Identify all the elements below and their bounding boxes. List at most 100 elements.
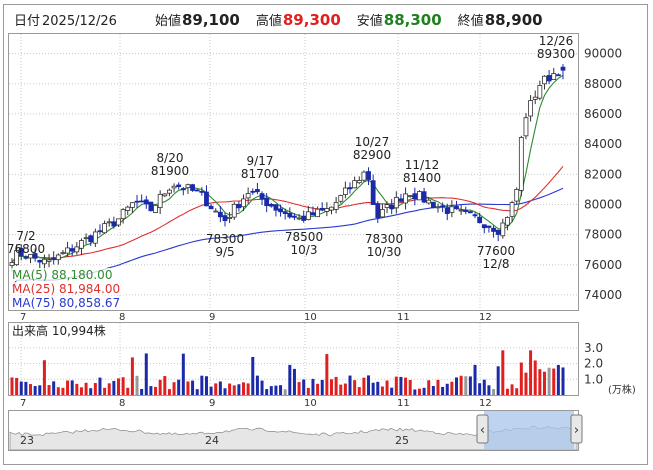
annotation-label: 10/30 bbox=[367, 245, 402, 259]
candle-body bbox=[347, 187, 353, 190]
date-value: 2025/12/26 bbox=[42, 14, 117, 29]
candle-body bbox=[435, 206, 441, 209]
candle-body bbox=[315, 208, 320, 218]
volume-bar bbox=[195, 389, 199, 395]
volume-axis: 1.02.0 3.0 (万株) bbox=[584, 341, 636, 396]
price-axis: 74000 76000 78000 80000 82000 84000 86000 88000… bbox=[584, 47, 622, 302]
month-label: 9 bbox=[209, 312, 215, 323]
volume-bar bbox=[181, 353, 185, 395]
volume-bar bbox=[56, 387, 60, 395]
volume-bar bbox=[84, 382, 88, 395]
month-label: 7 bbox=[20, 398, 26, 409]
candle-body bbox=[366, 171, 371, 180]
low-value: 88,300 bbox=[383, 11, 442, 29]
candle-body bbox=[259, 193, 265, 200]
candle-body bbox=[213, 210, 219, 213]
candle-body bbox=[241, 198, 246, 208]
volume-bar bbox=[172, 382, 176, 395]
volume-bar bbox=[385, 380, 389, 395]
candle-body bbox=[528, 100, 533, 117]
volume-bar bbox=[38, 385, 42, 395]
volume-bar bbox=[242, 382, 246, 395]
navigator-selection[interactable] bbox=[484, 411, 574, 450]
volume-bar bbox=[19, 381, 23, 395]
stock-chart-frame: 74000 76000 78000 80000 82000 84000 86000 88000… bbox=[3, 4, 648, 465]
candle-body bbox=[116, 218, 121, 226]
volume-bar bbox=[75, 383, 79, 395]
annotation-label: 89300 bbox=[537, 47, 575, 61]
volume-bar bbox=[223, 388, 227, 395]
candle-body bbox=[463, 209, 469, 212]
candle-body bbox=[148, 201, 154, 212]
candle-body bbox=[74, 246, 80, 253]
candle-body bbox=[88, 235, 94, 242]
annotation-label: 76800 bbox=[7, 242, 45, 256]
candle-body bbox=[79, 240, 84, 249]
candle-body bbox=[305, 211, 311, 221]
candle-body bbox=[523, 117, 529, 137]
candle-body bbox=[421, 191, 427, 203]
volume-bar bbox=[478, 383, 482, 395]
candle-body bbox=[51, 257, 57, 260]
volume-bar bbox=[70, 380, 74, 395]
volume-bar bbox=[279, 385, 283, 395]
candle-body bbox=[356, 180, 362, 184]
annotation-label: 10/3 bbox=[291, 243, 318, 257]
month-label: 11 bbox=[397, 398, 410, 409]
price-tick-label: 88000 bbox=[584, 77, 622, 91]
candle-body bbox=[301, 215, 307, 221]
volume-bar bbox=[399, 376, 403, 395]
candle-body bbox=[375, 203, 381, 219]
candle-body bbox=[444, 207, 450, 214]
navigator-year-label: 25 bbox=[395, 434, 409, 447]
volume-title: 出来高 10,994株 bbox=[12, 323, 106, 338]
volume-bar bbox=[33, 386, 37, 395]
volume-bar bbox=[404, 377, 408, 395]
candle-body bbox=[398, 198, 404, 202]
volume-bar bbox=[394, 376, 398, 395]
month-label: 10 bbox=[304, 398, 317, 409]
volume-bar bbox=[334, 376, 338, 395]
handle-grip-icon: ‹ bbox=[480, 423, 485, 438]
candle-body bbox=[65, 247, 70, 254]
month-label: 9 bbox=[209, 398, 215, 409]
volume-bar bbox=[209, 386, 213, 395]
month-label: 10 bbox=[304, 312, 317, 323]
volume-bar bbox=[232, 385, 236, 395]
candle-body bbox=[157, 193, 163, 208]
volume-bar bbox=[140, 388, 144, 395]
open-value: 89,100 bbox=[181, 11, 240, 29]
candle-body bbox=[9, 262, 15, 266]
volume-bar bbox=[339, 384, 343, 395]
volume-bar bbox=[390, 387, 394, 395]
volume-bar bbox=[288, 364, 292, 395]
price-tick-label: 86000 bbox=[584, 107, 622, 121]
annotation-label: 81900 bbox=[151, 164, 189, 178]
candle-body bbox=[477, 216, 483, 224]
volume-bar bbox=[121, 377, 125, 395]
volume-bar bbox=[149, 386, 153, 395]
candle-body bbox=[342, 187, 348, 195]
annotation-label: 78300 bbox=[365, 232, 403, 246]
candle-body bbox=[440, 205, 446, 208]
volume-tick-label: 1.0 bbox=[584, 372, 603, 386]
candle-body bbox=[55, 254, 61, 261]
volume-bar bbox=[524, 372, 528, 395]
candle-body bbox=[338, 195, 344, 202]
volume-bar bbox=[10, 377, 14, 395]
candle-body bbox=[491, 227, 496, 232]
annotation-label: 7/2 bbox=[16, 229, 35, 243]
volume-bar bbox=[135, 375, 139, 395]
volume-bar bbox=[89, 388, 93, 395]
candle-body bbox=[222, 215, 228, 222]
candle-body bbox=[46, 259, 52, 262]
volume-bar bbox=[269, 386, 273, 395]
candle-body bbox=[537, 85, 543, 99]
volume-bar bbox=[561, 367, 565, 395]
volume-bar bbox=[422, 387, 426, 395]
candle-body bbox=[407, 195, 413, 198]
price-tick-label: 74000 bbox=[584, 288, 622, 302]
candle-body bbox=[134, 200, 140, 203]
volume-bar bbox=[547, 367, 551, 395]
volume-bar bbox=[144, 353, 148, 395]
